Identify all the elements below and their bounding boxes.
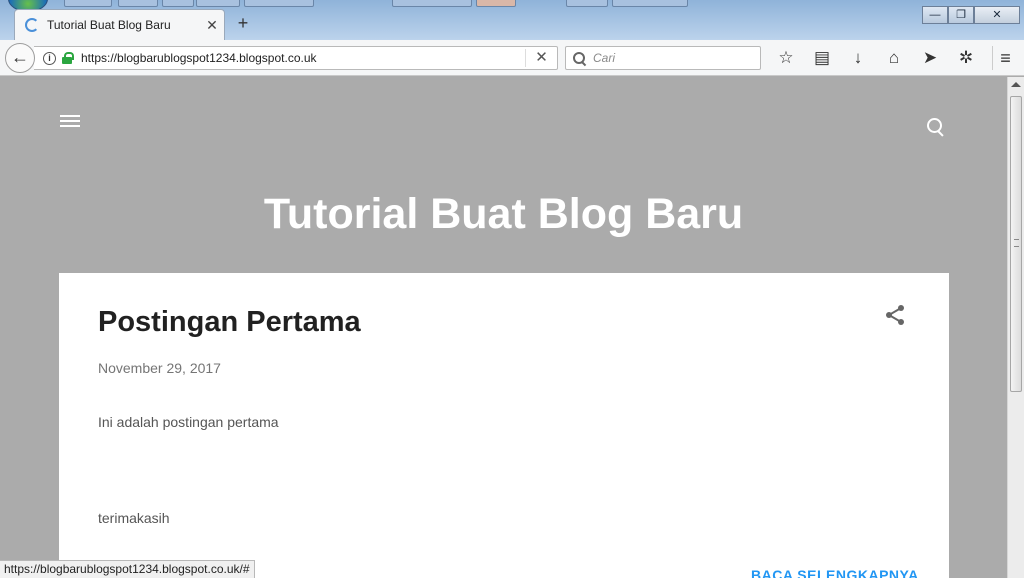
post-date[interactable]: November 29, 2017	[98, 360, 221, 376]
taskbar-item[interactable]	[196, 0, 240, 7]
download-icon[interactable]: ↓	[840, 46, 876, 70]
home-icon[interactable]: ⌂	[876, 46, 912, 70]
tab-active[interactable]: Tutorial Buat Blog Baru ✕	[14, 9, 225, 40]
search-bar[interactable]	[565, 46, 761, 70]
new-tab-button[interactable]: +	[232, 13, 254, 35]
taskbar-item[interactable]	[244, 0, 314, 7]
clear-url-icon[interactable]: ✕	[525, 49, 557, 67]
scroll-thumb[interactable]	[1010, 96, 1022, 392]
search-icon	[573, 52, 585, 64]
post-card: Postingan Pertama November 29, 2017 Ini …	[59, 273, 949, 578]
hamburger-icon[interactable]	[60, 115, 80, 129]
post-body-text: Ini adalah postingan pertama	[98, 414, 279, 430]
back-button[interactable]: ←	[5, 43, 35, 73]
taskbar-item[interactable]	[566, 0, 608, 7]
reader-view-icon[interactable]: ▤	[804, 46, 840, 70]
share-icon[interactable]	[883, 303, 907, 327]
window-controls: — ❐ ✕	[922, 6, 1020, 24]
taskbar-item[interactable]	[162, 0, 194, 7]
blog-title[interactable]: Tutorial Buat Blog Baru	[0, 189, 1007, 239]
tab-strip: Tutorial Buat Blog Baru ✕ + — ❐ ✕	[0, 0, 1024, 40]
close-window-button[interactable]: ✕	[974, 6, 1020, 24]
status-bar-url: https://blogbarublogspot1234.blogspot.co…	[0, 560, 255, 578]
taskbar-item[interactable]	[476, 0, 516, 7]
taskbar-item[interactable]	[392, 0, 472, 7]
url-bar[interactable]: i https://blogbarublogspot1234.blogspot.…	[34, 46, 558, 70]
taskbar-item[interactable]	[612, 0, 688, 7]
post-body-text: terimakasih	[98, 510, 170, 526]
url-input[interactable]: https://blogbarublogspot1234.blogspot.co…	[81, 51, 525, 65]
tab-title: Tutorial Buat Blog Baru	[47, 18, 171, 32]
maximize-button[interactable]: ❐	[948, 6, 974, 24]
lock-icon[interactable]	[62, 52, 74, 64]
scrollbar[interactable]	[1007, 77, 1024, 578]
toolbar: ☆ ▤ ↓ ⌂ ➤ ✲	[768, 46, 984, 70]
read-more-link[interactable]: BACA SELENGKAPNYA	[751, 567, 919, 578]
minimize-button[interactable]: —	[922, 6, 948, 24]
send-icon[interactable]: ➤	[912, 46, 948, 70]
tab-close-icon[interactable]: ✕	[200, 17, 224, 34]
post-title[interactable]: Postingan Pertama	[98, 306, 361, 339]
taskbar-item[interactable]	[64, 0, 112, 7]
info-icon[interactable]: i	[43, 51, 56, 65]
navigation-bar: i https://blogbarublogspot1234.blogspot.…	[0, 40, 1024, 76]
taskbar-item[interactable]	[118, 0, 158, 7]
page-content: Tutorial Buat Blog Baru Postingan Pertam…	[0, 77, 1007, 578]
menu-icon[interactable]: ≡	[992, 46, 1018, 70]
search-input[interactable]	[593, 51, 753, 65]
bookmark-star-icon[interactable]: ☆	[768, 46, 804, 70]
scroll-up-arrow-icon[interactable]	[1011, 82, 1021, 87]
blog-search-icon[interactable]	[926, 117, 946, 137]
loading-spinner-icon	[25, 18, 39, 32]
extension-icon[interactable]: ✲	[948, 46, 984, 70]
